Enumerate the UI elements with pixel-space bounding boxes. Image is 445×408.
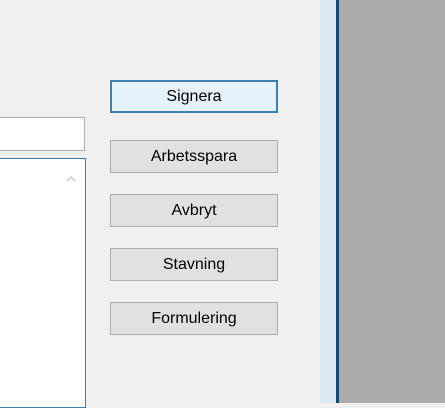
cancel-button[interactable]: Avbryt [110,194,278,227]
save-draft-button[interactable]: Arbetsspara [110,140,278,173]
chevron-up-icon[interactable] [66,174,76,184]
text-area[interactable] [0,158,86,408]
background-area [339,0,445,403]
window-border [320,0,336,403]
sign-button[interactable]: Signera [110,80,278,113]
dialog-panel: Signera Arbetsspara Avbryt Stavning Form… [0,0,320,408]
spelling-button[interactable]: Stavning [110,248,278,281]
wording-button[interactable]: Formulering [110,302,278,335]
text-input[interactable] [0,117,85,151]
